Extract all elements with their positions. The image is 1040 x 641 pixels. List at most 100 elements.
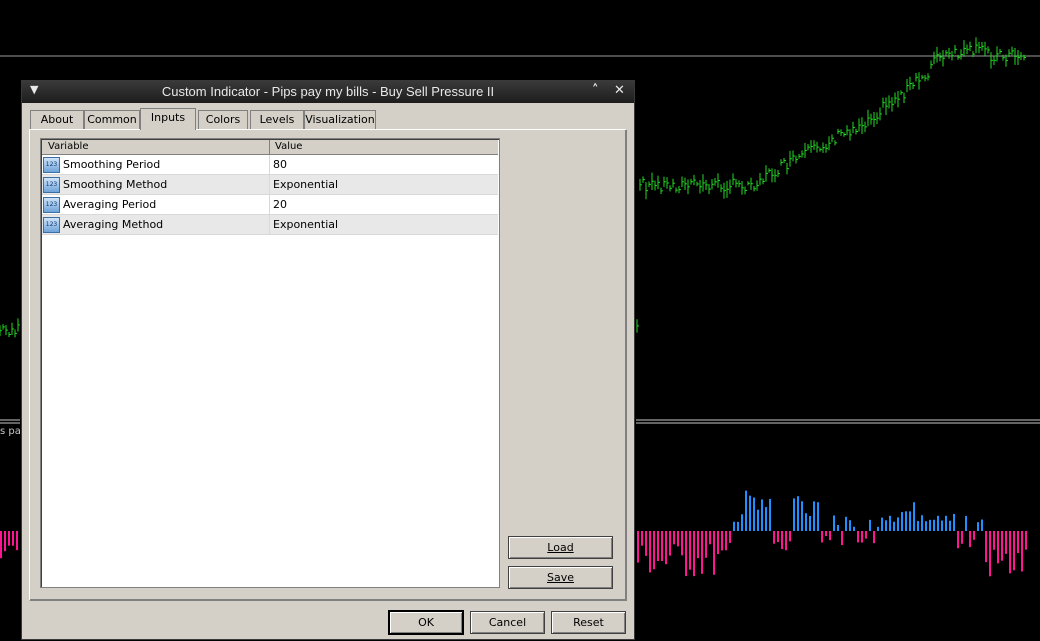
histogram-bar bbox=[885, 520, 887, 531]
histogram-bar bbox=[953, 513, 955, 531]
variable-name: Smoothing Period bbox=[63, 158, 161, 171]
histogram-bar bbox=[653, 531, 655, 570]
table-row[interactable]: 123 Averaging Method Exponential bbox=[42, 215, 498, 235]
numeric-param-icon: 123 bbox=[43, 157, 60, 173]
column-header-value[interactable]: Value bbox=[275, 140, 302, 154]
histogram-bar bbox=[657, 531, 659, 562]
histogram-bar bbox=[829, 531, 831, 541]
histogram-bar bbox=[765, 507, 767, 531]
histogram-bar bbox=[785, 531, 787, 551]
histogram-bar bbox=[721, 531, 723, 551]
inputs-table[interactable]: Variable Value 123 Smoothing Period 80 1… bbox=[40, 138, 500, 588]
histogram-bar bbox=[973, 531, 975, 540]
histogram-bar bbox=[729, 531, 731, 543]
histogram-bar bbox=[793, 498, 795, 531]
variable-value[interactable]: 80 bbox=[273, 155, 287, 174]
save-button[interactable]: Save bbox=[508, 566, 613, 589]
histogram-bar bbox=[905, 511, 907, 531]
histogram-bar bbox=[833, 515, 835, 531]
histogram-bar bbox=[1013, 531, 1015, 571]
histogram-bar bbox=[985, 531, 987, 563]
histogram-bar bbox=[841, 531, 843, 546]
histogram-bar bbox=[869, 519, 871, 531]
histogram-bar bbox=[777, 531, 779, 543]
variable-value[interactable]: Exponential bbox=[273, 175, 338, 194]
tab-common[interactable]: Common bbox=[84, 110, 140, 129]
histogram-bar bbox=[697, 531, 699, 559]
histogram-bar bbox=[917, 521, 919, 531]
variable-name: Averaging Method bbox=[63, 218, 164, 231]
histogram-bar bbox=[725, 531, 727, 551]
histogram-bar bbox=[809, 515, 811, 531]
histogram-bar bbox=[689, 531, 691, 570]
histogram-bar bbox=[957, 531, 959, 549]
tab-visualization[interactable]: Visualization bbox=[304, 110, 376, 129]
histogram-bar bbox=[813, 501, 815, 531]
numeric-param-icon: 123 bbox=[43, 177, 60, 193]
histogram-bar bbox=[857, 531, 859, 543]
tab-colors[interactable]: Colors bbox=[198, 110, 248, 129]
variable-value[interactable]: 20 bbox=[273, 195, 287, 214]
column-divider[interactable] bbox=[269, 140, 270, 154]
histogram-bar bbox=[769, 498, 771, 531]
histogram-bar bbox=[949, 520, 951, 531]
histogram-bar bbox=[961, 531, 963, 544]
histogram-bar bbox=[889, 515, 891, 531]
histogram-bar bbox=[637, 531, 639, 563]
histogram-bar bbox=[945, 515, 947, 531]
histogram-bar bbox=[1025, 531, 1027, 550]
title-bar[interactable]: ▼ Custom Indicator - Pips pay my bills -… bbox=[22, 81, 634, 103]
chevron-up-icon[interactable]: ˄ bbox=[592, 83, 599, 98]
histogram-bar bbox=[913, 502, 915, 531]
reset-button[interactable]: Reset bbox=[551, 611, 626, 634]
histogram-bar bbox=[977, 522, 979, 531]
histogram-bar bbox=[789, 531, 791, 542]
save-button-label: Save bbox=[546, 571, 574, 584]
histogram-bar bbox=[673, 531, 675, 545]
histogram-bar bbox=[933, 519, 935, 531]
tab-about[interactable]: About bbox=[30, 110, 84, 129]
histogram-bar bbox=[845, 516, 847, 531]
table-header: Variable Value bbox=[42, 140, 498, 155]
ok-button[interactable]: OK bbox=[389, 611, 463, 634]
histogram-bar bbox=[989, 531, 991, 577]
histogram-bar bbox=[805, 513, 807, 531]
histogram-bar bbox=[981, 519, 983, 531]
table-row[interactable]: 123 Averaging Period 20 bbox=[42, 195, 498, 215]
histogram-bar bbox=[861, 531, 863, 543]
histogram-bar bbox=[881, 517, 883, 531]
histogram-bar bbox=[641, 531, 643, 546]
histogram-bar bbox=[705, 531, 707, 558]
table-row[interactable]: 123 Smoothing Method Exponential bbox=[42, 175, 498, 195]
histogram-bar bbox=[8, 531, 10, 546]
variable-name: Averaging Period bbox=[63, 198, 157, 211]
tab-inputs[interactable]: Inputs bbox=[140, 108, 196, 130]
histogram-bar bbox=[701, 531, 703, 574]
tab-levels[interactable]: Levels bbox=[250, 110, 304, 129]
numeric-param-icon: 123 bbox=[43, 217, 60, 233]
histogram-bar bbox=[1009, 531, 1011, 574]
histogram-bar bbox=[4, 531, 6, 552]
histogram-bar bbox=[713, 531, 715, 575]
histogram-bar bbox=[677, 531, 679, 547]
histogram-bar bbox=[1017, 531, 1019, 554]
column-header-variable[interactable]: Variable bbox=[48, 140, 89, 154]
variable-value[interactable]: Exponential bbox=[273, 215, 338, 234]
cancel-button[interactable]: Cancel bbox=[470, 611, 545, 634]
histogram-bar bbox=[693, 531, 695, 577]
histogram-bar bbox=[709, 531, 711, 545]
table-row[interactable]: 123 Smoothing Period 80 bbox=[42, 155, 498, 175]
histogram-bar bbox=[849, 520, 851, 531]
histogram-bar bbox=[741, 514, 743, 531]
load-button[interactable]: Load bbox=[508, 536, 613, 559]
numeric-param-icon: 123 bbox=[43, 197, 60, 213]
histogram-bar bbox=[685, 531, 687, 577]
histogram-bar bbox=[16, 531, 18, 551]
histogram-bar bbox=[745, 490, 747, 531]
histogram-bar bbox=[649, 531, 651, 573]
histogram-bar bbox=[865, 531, 867, 539]
histogram-bar bbox=[737, 521, 739, 531]
histogram-bar bbox=[12, 531, 14, 546]
close-icon[interactable]: ✕ bbox=[614, 83, 625, 98]
histogram-bar bbox=[997, 531, 999, 564]
